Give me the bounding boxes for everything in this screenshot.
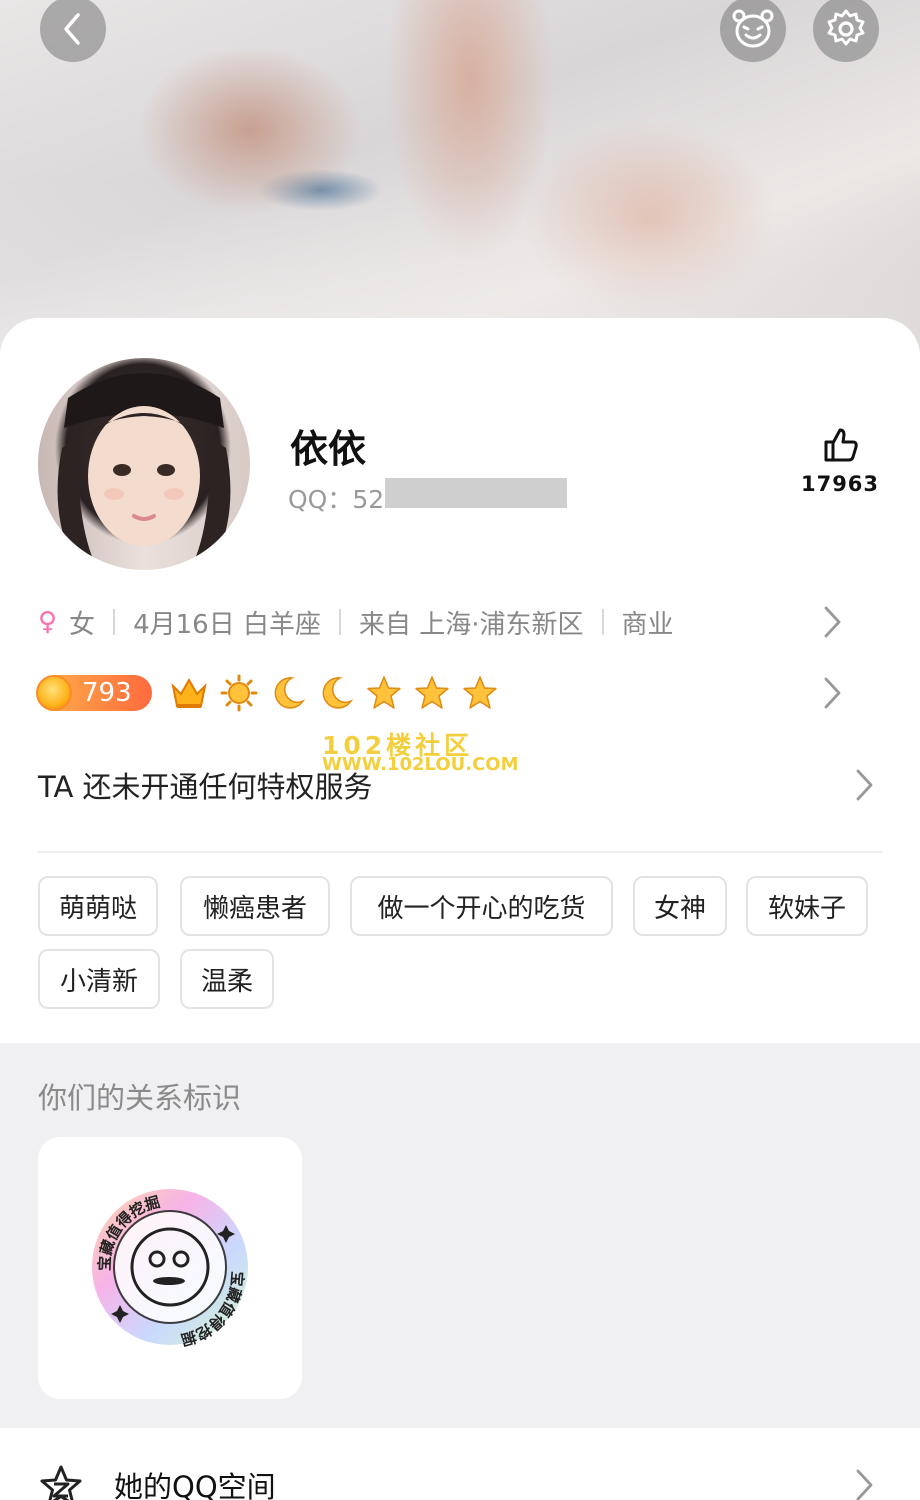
tag-chip[interactable]: 懒癌患者 <box>180 876 330 936</box>
chevron-right-icon <box>856 769 873 801</box>
tag-chip[interactable]: 小清新 <box>38 949 160 1009</box>
star-icon <box>463 676 497 709</box>
level-number: 793 <box>82 678 132 708</box>
chevron-right-icon <box>824 606 841 638</box>
star-icon <box>415 676 449 709</box>
level-badge: 793 <box>36 675 152 711</box>
section-divider <box>38 851 882 853</box>
qq-number: QQ：52 <box>288 485 385 514</box>
profile-card: 依依 QQ：52 17963 ♀ 女 4月16日 白羊座 来自 上海·浦东新区 … <box>0 318 920 1043</box>
gender: 女 <box>69 609 96 640</box>
cover-photo <box>0 0 920 360</box>
bear-face-icon <box>732 9 774 48</box>
qq-number-redaction <box>385 478 567 508</box>
decorate-button[interactable] <box>720 0 786 62</box>
back-arrow-icon <box>64 13 80 45</box>
qzone-star-icon <box>40 1465 82 1500</box>
basic-info-row[interactable]: ♀ 女 4月16日 白羊座 来自 上海·浦东新区 商业 <box>38 602 888 642</box>
moon-icon <box>274 677 306 709</box>
thumbs-up-icon <box>824 428 858 462</box>
relationship-badge-card[interactable]: 宝藏值得挖掘 宝藏值得挖掘 <box>38 1137 302 1399</box>
profile-name: 依依 <box>290 427 367 471</box>
chevron-right-icon <box>856 1469 873 1500</box>
star-icon <box>367 676 401 709</box>
qzone-label: 她的QQ空间 <box>114 1470 276 1500</box>
gear-icon <box>827 9 865 46</box>
level-icons <box>170 674 498 712</box>
coin-icon <box>36 675 72 711</box>
sun-icon <box>220 674 258 712</box>
qzone-row[interactable]: 她的QQ空间 <box>0 1428 920 1500</box>
back-button[interactable] <box>40 0 106 62</box>
location: 来自 上海·浦东新区 <box>358 609 584 640</box>
divider <box>338 609 341 635</box>
divider <box>601 609 604 635</box>
like-button[interactable]: 17963 <box>800 426 880 496</box>
chevron-right-icon <box>824 677 841 709</box>
relationship-title: 你们的关系标识 <box>38 1081 242 1115</box>
settings-button[interactable] <box>813 0 879 62</box>
treasure-badge-icon: 宝藏值得挖掘 宝藏值得挖掘 <box>92 1189 248 1347</box>
level-row[interactable]: 793 <box>36 670 888 716</box>
avatar-portrait <box>57 373 231 570</box>
female-icon: ♀ <box>38 607 58 637</box>
industry: 商业 <box>621 609 674 640</box>
privilege-status[interactable]: TA 还未开通任何特权服务 <box>38 764 373 806</box>
moon-icon <box>322 677 354 709</box>
divider <box>113 609 116 635</box>
birthday: 4月16日 白羊座 <box>133 609 321 640</box>
tag-chip[interactable]: 萌萌哒 <box>38 876 158 936</box>
tag-chip[interactable]: 做一个开心的吃货 <box>350 876 613 936</box>
crown-icon <box>171 677 207 708</box>
tag-chip[interactable]: 女神 <box>633 876 727 936</box>
tag-chip[interactable]: 软妹子 <box>746 876 868 936</box>
like-count: 17963 <box>800 472 880 496</box>
tag-chip[interactable]: 温柔 <box>180 949 274 1009</box>
avatar[interactable] <box>38 358 250 570</box>
